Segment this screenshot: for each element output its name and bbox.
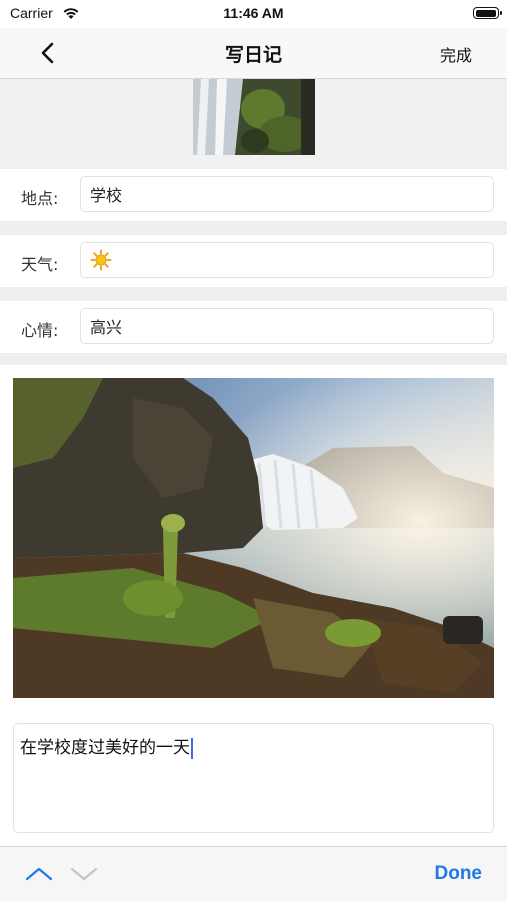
- weather-field[interactable]: [80, 242, 494, 278]
- next-field-button[interactable]: [69, 864, 99, 884]
- diary-text: 在学校度过美好的一天: [20, 738, 190, 758]
- location-field[interactable]: 学校: [80, 176, 494, 212]
- text-cursor: [191, 737, 193, 759]
- location-label: 地点:: [21, 189, 59, 208]
- battery-icon: [473, 7, 502, 19]
- diary-photo[interactable]: [13, 378, 494, 698]
- cover-image-area: [0, 79, 507, 167]
- weather-label: 天气:: [21, 255, 59, 274]
- mood-row: 心情: 高兴: [0, 301, 507, 353]
- section-divider: [0, 353, 507, 365]
- section-divider: [0, 287, 507, 301]
- previous-field-button[interactable]: [24, 864, 54, 884]
- page-title: 写日记: [224, 44, 282, 66]
- weather-row: 天气:: [0, 235, 507, 287]
- sun-icon: [90, 249, 112, 271]
- status-bar: Carrier 11:46 AM: [0, 0, 507, 28]
- keyboard-done-button[interactable]: Done: [435, 863, 483, 885]
- cover-thumbnail[interactable]: [193, 79, 315, 155]
- mood-field[interactable]: 高兴: [80, 308, 494, 344]
- diary-text-input[interactable]: 在学校度过美好的一天: [13, 723, 494, 833]
- chevron-down-icon: [70, 867, 98, 881]
- clock: 11:46 AM: [223, 5, 284, 21]
- chevron-up-icon: [25, 867, 53, 881]
- navigation-bar: 写日记 完成: [0, 28, 507, 79]
- waterfall-landscape-image: [13, 378, 494, 698]
- location-row: 地点: 学校: [0, 169, 507, 221]
- mood-label: 心情:: [21, 321, 59, 340]
- keyboard-toolbar: Done: [0, 846, 507, 901]
- section-divider: [0, 221, 507, 235]
- done-button[interactable]: 完成: [440, 42, 472, 66]
- waterfall-thumbnail-image: [193, 79, 315, 155]
